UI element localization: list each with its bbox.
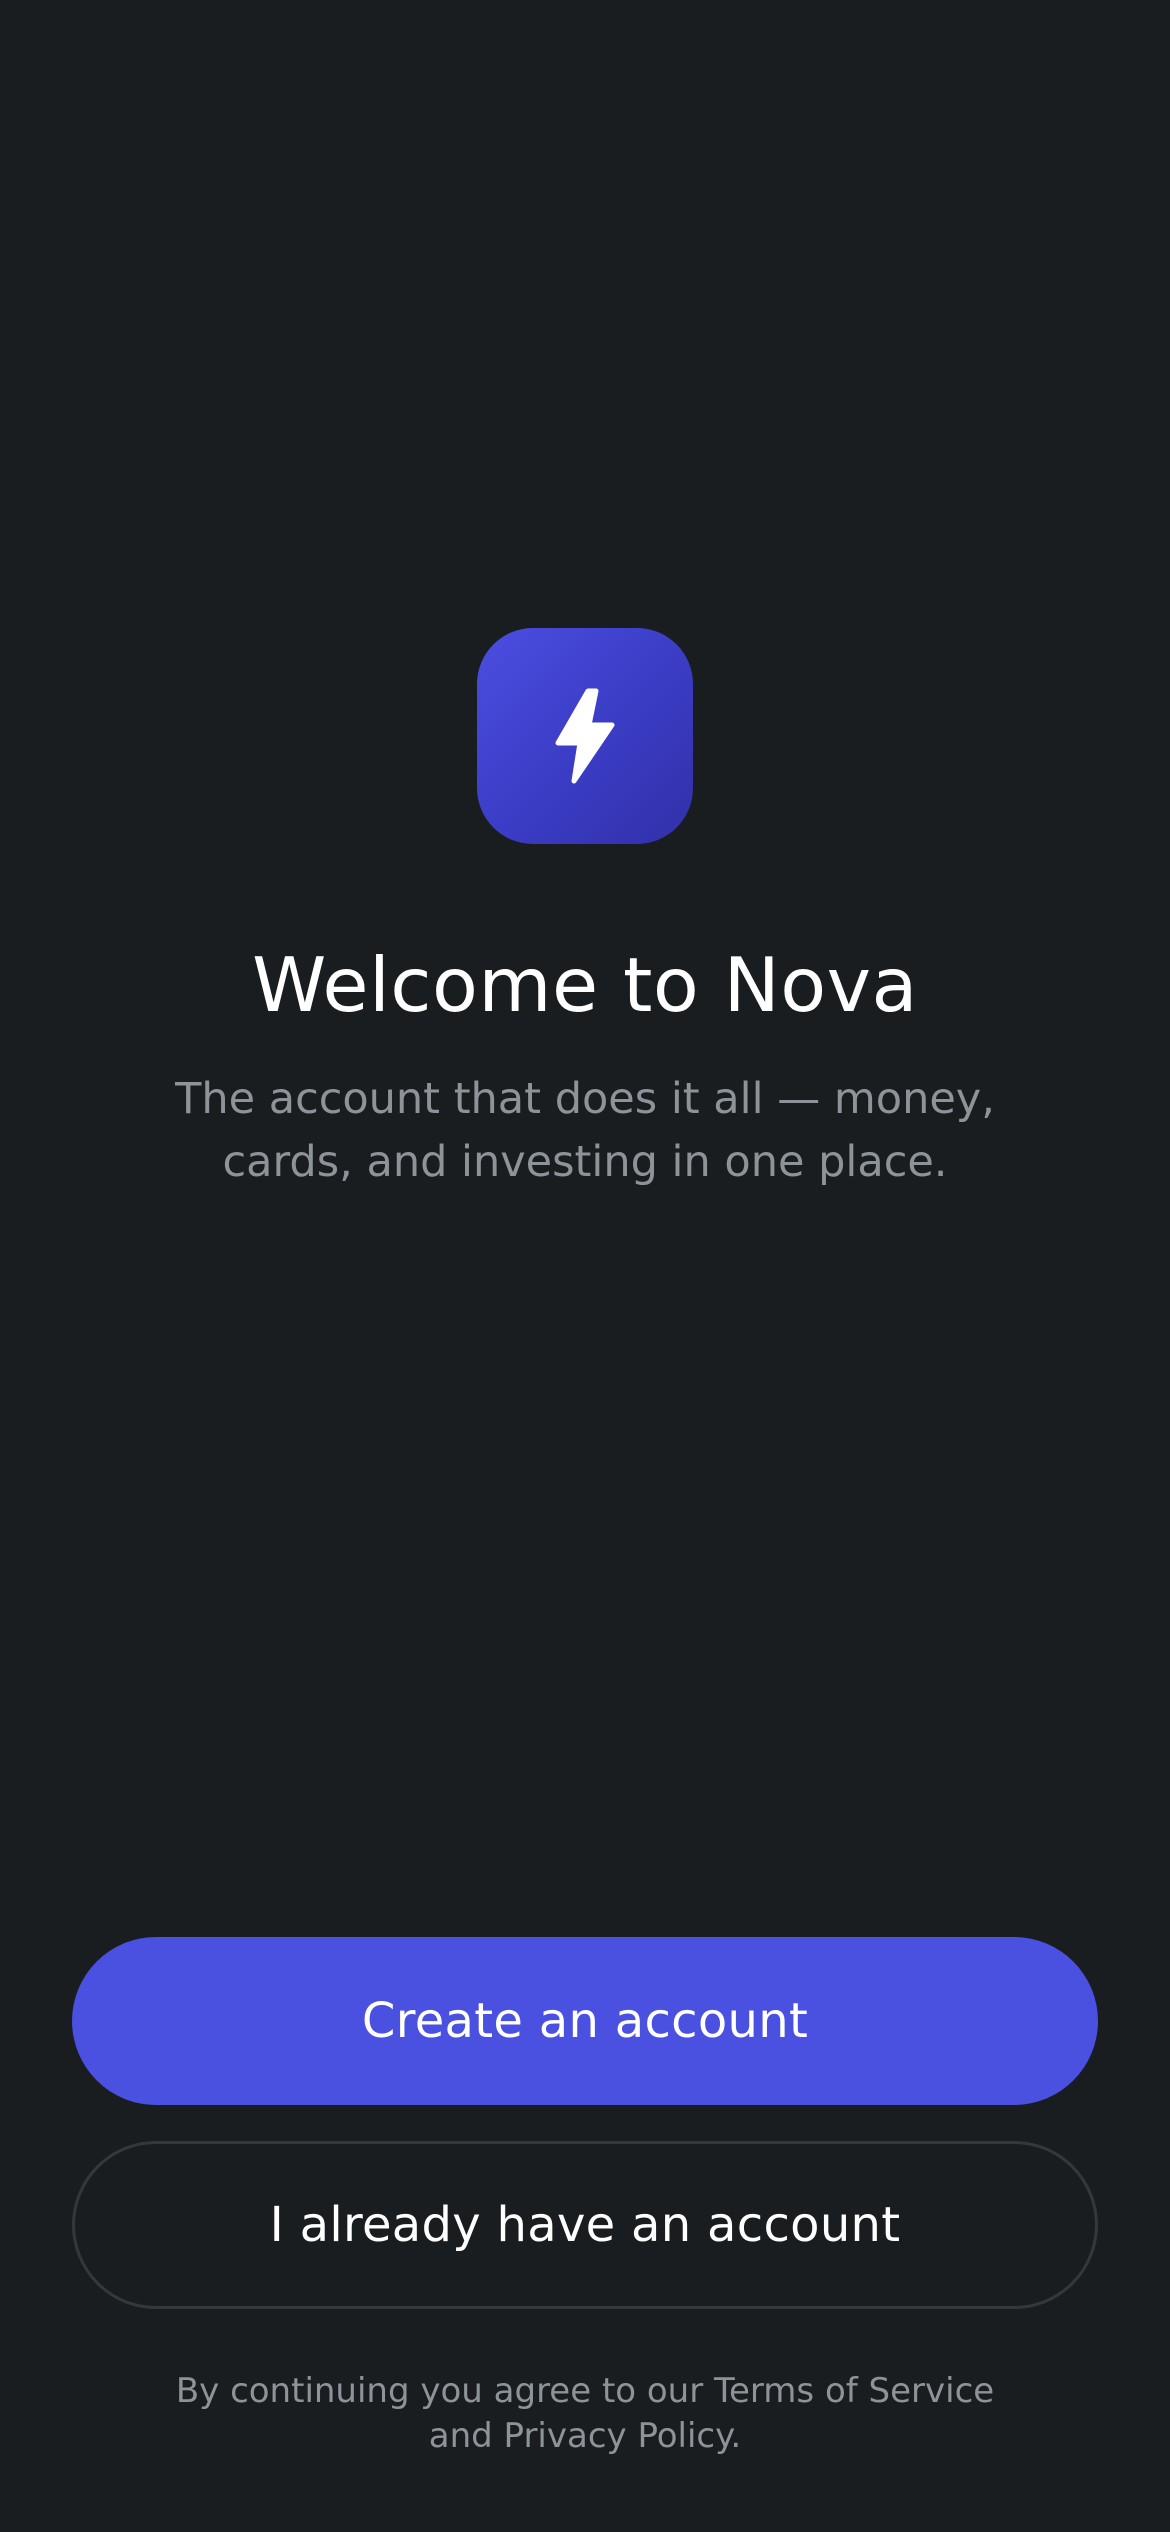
legal-line: and Privacy Policy. [428, 2416, 742, 2456]
legal-notice: By continuing you agree to our Terms of … [135, 2369, 1035, 2459]
page-subtitle: The account that does it all — money, ca… [135, 1068, 1035, 1194]
welcome-screen: Welcome to Nova The account that does it… [0, 0, 1170, 2532]
create-account-button[interactable]: Create an account [72, 1937, 1098, 2105]
legal-line: By continuing you agree to our Terms of … [175, 2371, 995, 2411]
app-logo [477, 628, 693, 844]
subtitle-line: The account that does it all — money, [175, 1074, 995, 1124]
lightning-bolt-icon [555, 688, 615, 784]
sign-in-button[interactable]: I already have an account [72, 2141, 1098, 2309]
subtitle-line: cards, and investing in one place. [222, 1137, 948, 1187]
page-title: Welcome to Nova [252, 941, 918, 1029]
sign-in-label: I already have an account [269, 2197, 901, 2253]
create-account-label: Create an account [361, 1993, 809, 2049]
